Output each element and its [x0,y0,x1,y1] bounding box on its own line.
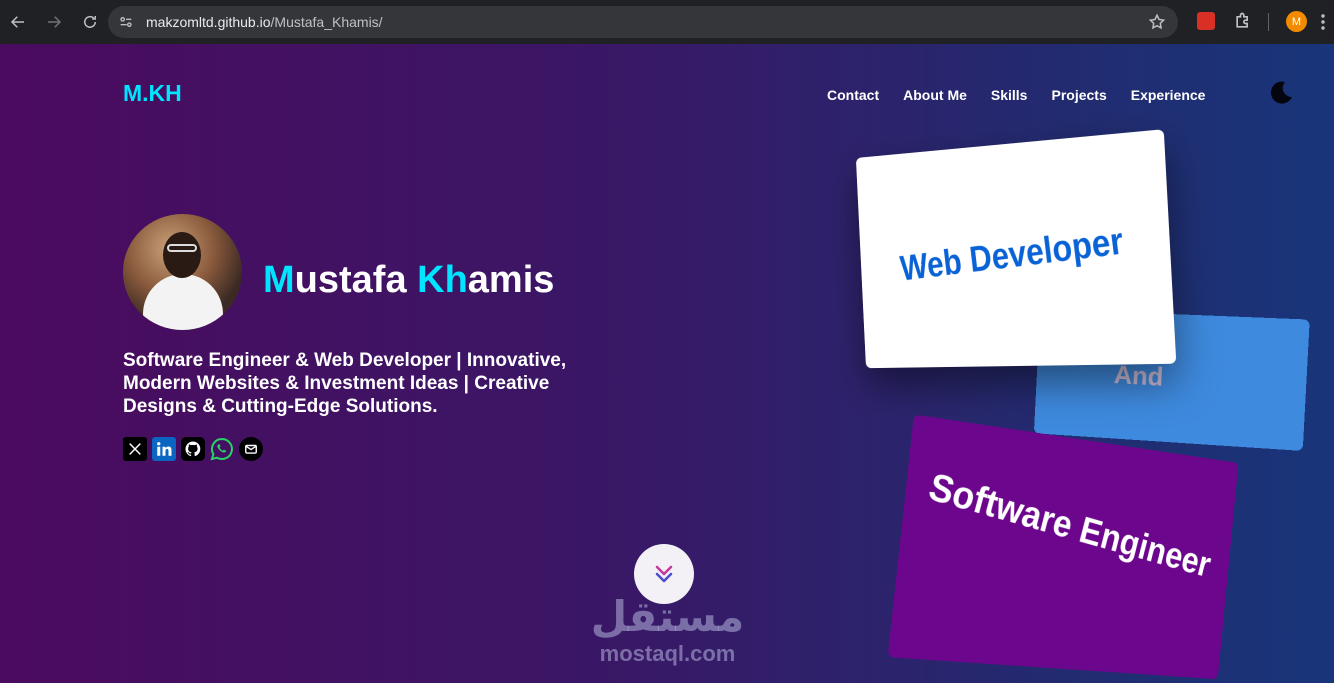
social-links [123,437,263,461]
nav-contact[interactable]: Contact [827,87,879,103]
watermark-arabic: مستقل [585,592,750,642]
moon-icon[interactable] [1268,80,1294,106]
browser-toolbar: makzomltd.github.io/Mustafa_Khamis/ M [0,0,1334,44]
back-button[interactable] [0,4,36,40]
forward-icon [45,13,63,31]
hero-name: Mustafa Khamis [263,259,554,302]
whatsapp-icon[interactable] [210,437,234,461]
site-info-button[interactable] [114,10,138,34]
portfolio-page: M.KH Contact About Me Skills Projects Ex… [0,44,1334,683]
puzzle-icon[interactable] [1233,11,1253,31]
nav-experience[interactable]: Experience [1131,87,1206,103]
reload-button[interactable] [72,4,108,40]
linkedin-icon[interactable] [152,437,176,461]
star-icon[interactable] [1148,13,1166,31]
email-icon[interactable] [239,437,263,461]
extension-icon[interactable] [1197,12,1215,30]
hero-tagline: Software Engineer & Web Developer | Inno… [123,349,593,418]
back-icon [9,13,27,31]
profile-avatar[interactable]: M [1286,11,1307,32]
url-text[interactable]: makzomltd.github.io/Mustafa_Khamis/ [146,14,383,30]
site-info-icon [118,14,134,30]
avatar [123,214,242,330]
address-bar[interactable]: makzomltd.github.io/Mustafa_Khamis/ [108,6,1178,38]
card-software-engineer: Software Engineer [888,414,1239,679]
url-host: makzomltd.github.io [146,14,271,30]
nav-projects[interactable]: Projects [1051,87,1106,103]
github-icon[interactable] [181,437,205,461]
forward-button[interactable] [36,4,72,40]
card-web-developer: Web Developer [856,129,1176,368]
watermark-logo: مستقل mostaql.com [585,592,750,666]
site-logo[interactable]: M.KH [123,80,182,107]
menu-icon[interactable] [1320,12,1326,32]
main-nav: Contact About Me Skills Projects Experie… [827,87,1205,103]
x-icon[interactable] [123,437,147,461]
toolbar-divider [1268,13,1269,31]
chevron-double-down-icon [650,560,678,588]
watermark-latin: mostaql.com [585,642,750,666]
nav-skills[interactable]: Skills [991,87,1028,103]
reload-icon [81,13,99,31]
url-path: /Mustafa_Khamis/ [271,14,383,30]
nav-about-me[interactable]: About Me [903,87,967,103]
